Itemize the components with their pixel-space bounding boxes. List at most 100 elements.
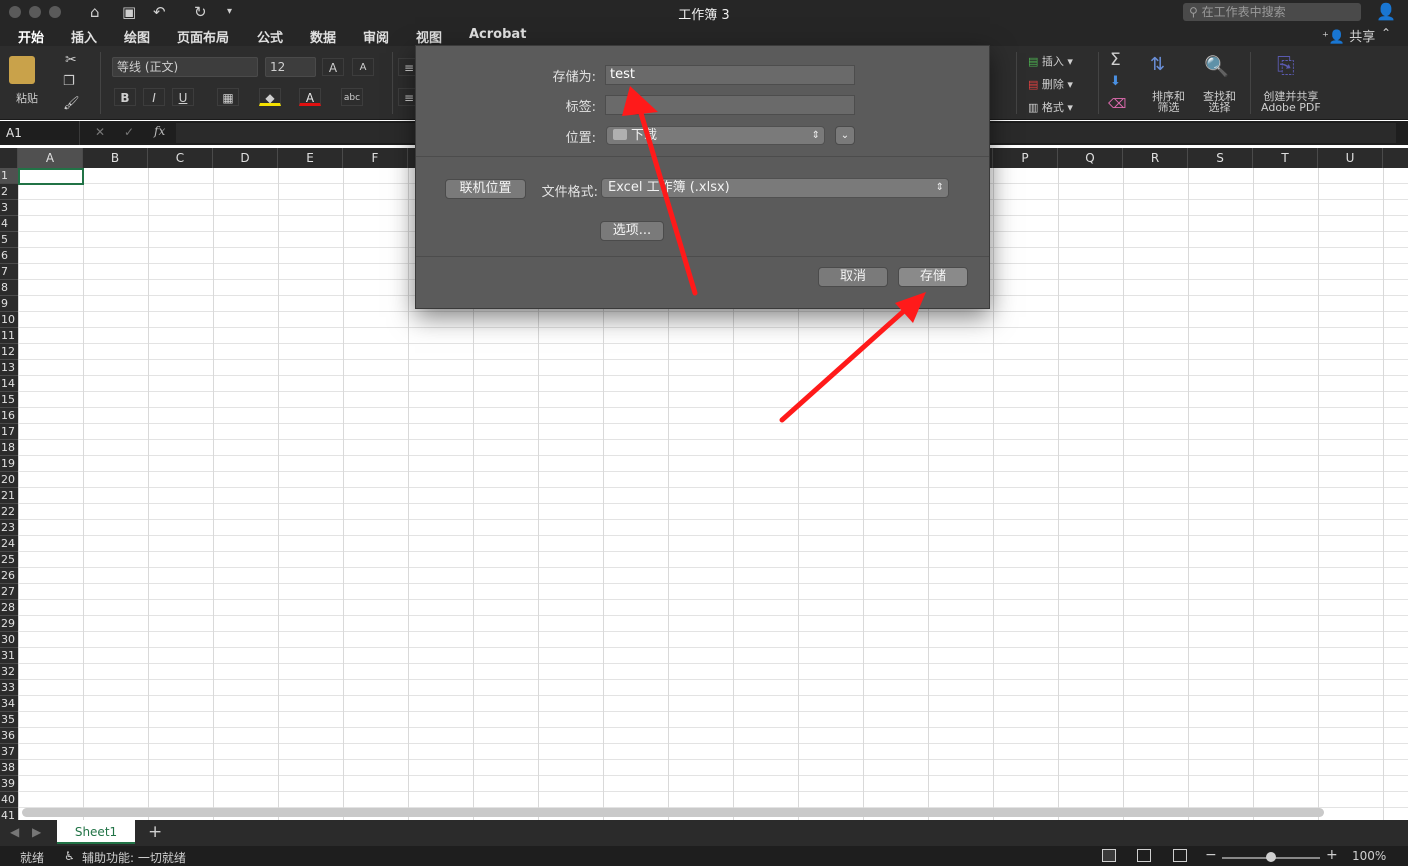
paste-icon[interactable] <box>9 56 35 84</box>
selected-cell-a1[interactable] <box>18 168 84 185</box>
column-header-f[interactable]: F <box>343 148 408 168</box>
collapse-ribbon-icon[interactable]: ⌃ <box>1381 26 1391 40</box>
row-header-39[interactable]: 39 <box>0 776 18 792</box>
expand-browser-button[interactable]: ⌄ <box>835 126 855 145</box>
row-header-35[interactable]: 35 <box>0 712 18 728</box>
row-header-26[interactable]: 26 <box>0 568 18 584</box>
accessibility-status[interactable]: 辅助功能: 一切就绪 <box>82 849 186 866</box>
borders-icon[interactable]: ▦ <box>217 88 239 106</box>
zoom-slider-handle[interactable] <box>1266 852 1276 862</box>
column-header-b[interactable]: B <box>83 148 148 168</box>
online-locations-button[interactable]: 联机位置 <box>445 179 526 199</box>
insert-cells-button[interactable]: ▤ 插入 ▾ <box>1028 53 1073 69</box>
tab-data[interactable]: 数据 <box>310 27 336 46</box>
font-name-select[interactable]: 等线 (正文) <box>112 57 258 77</box>
row-header-10[interactable]: 10 <box>0 312 18 328</box>
row-header-13[interactable]: 13 <box>0 360 18 376</box>
select-all-corner[interactable] <box>0 148 18 168</box>
row-header-6[interactable]: 6 <box>0 248 18 264</box>
file-format-select[interactable]: Excel 工作簿 (.xlsx) ⇕ <box>601 178 949 198</box>
row-header-30[interactable]: 30 <box>0 632 18 648</box>
name-box[interactable]: A1 <box>0 121 80 145</box>
row-header-37[interactable]: 37 <box>0 744 18 760</box>
font-size-select[interactable]: 12 <box>265 57 316 77</box>
row-header-22[interactable]: 22 <box>0 504 18 520</box>
sort-filter-icon[interactable]: ⇅ <box>1150 54 1165 75</box>
italic-button[interactable]: I <box>143 88 165 106</box>
row-header-16[interactable]: 16 <box>0 408 18 424</box>
column-header-t[interactable]: T <box>1253 148 1318 168</box>
row-header-23[interactable]: 23 <box>0 520 18 536</box>
tab-draw[interactable]: 绘图 <box>124 27 150 46</box>
page-layout-view-icon[interactable] <box>1137 849 1151 862</box>
tab-formulas[interactable]: 公式 <box>257 27 283 46</box>
row-header-21[interactable]: 21 <box>0 488 18 504</box>
format-painter-icon[interactable]: 🖌 <box>63 96 80 111</box>
insert-function-icon[interactable]: fx <box>154 124 165 138</box>
column-header-e[interactable]: E <box>278 148 343 168</box>
row-header-32[interactable]: 32 <box>0 664 18 680</box>
cancel-entry-icon[interactable]: ✕ <box>95 125 105 139</box>
column-header-a[interactable]: A <box>18 148 83 168</box>
tab-view[interactable]: 视图 <box>416 27 442 46</box>
shrink-font-button[interactable]: A <box>352 58 374 76</box>
row-header-38[interactable]: 38 <box>0 760 18 776</box>
row-header-5[interactable]: 5 <box>0 232 18 248</box>
row-header-4[interactable]: 4 <box>0 216 18 232</box>
bold-button[interactable]: B <box>114 88 136 106</box>
location-select[interactable]: 下载 ⇕ <box>606 126 825 145</box>
zoom-level[interactable]: 100% <box>1352 849 1386 863</box>
row-header-20[interactable]: 20 <box>0 472 18 488</box>
phonetic-icon[interactable]: abc <box>341 88 363 106</box>
row-header-31[interactable]: 31 <box>0 648 18 664</box>
row-header-8[interactable]: 8 <box>0 280 18 296</box>
next-sheet-icon[interactable]: ▶ <box>32 825 41 839</box>
sheet-search-input[interactable]: ⚲ 在工作表中搜索 <box>1183 3 1361 21</box>
page-break-view-icon[interactable] <box>1173 849 1187 862</box>
accessibility-icon[interactable]: ♿ <box>64 849 75 863</box>
clear-eraser-icon[interactable]: ⌫ <box>1108 97 1126 112</box>
cut-icon[interactable]: ✂ <box>65 52 77 68</box>
column-header-q[interactable]: Q <box>1058 148 1123 168</box>
copy-icon[interactable]: ❐ <box>63 74 75 89</box>
tab-insert[interactable]: 插入 <box>71 27 97 46</box>
create-pdf-icon[interactable]: ⎘ <box>1277 54 1295 79</box>
row-header-3[interactable]: 3 <box>0 200 18 216</box>
row-header-12[interactable]: 12 <box>0 344 18 360</box>
column-header-d[interactable]: D <box>213 148 278 168</box>
row-header-36[interactable]: 36 <box>0 728 18 744</box>
sheet-tab-sheet1[interactable]: Sheet1 <box>57 820 135 844</box>
underline-button[interactable]: U <box>172 88 194 106</box>
row-header-18[interactable]: 18 <box>0 440 18 456</box>
save-button[interactable]: 存储 <box>898 267 968 287</box>
normal-view-icon[interactable] <box>1102 849 1116 862</box>
column-header-c[interactable]: C <box>148 148 213 168</box>
row-header-29[interactable]: 29 <box>0 616 18 632</box>
share-button[interactable]: ⁺👤 共享 <box>1322 26 1375 45</box>
font-color-icon[interactable]: A <box>299 88 321 106</box>
zoom-out-button[interactable]: − <box>1205 847 1217 863</box>
row-header-24[interactable]: 24 <box>0 536 18 552</box>
tab-acrobat[interactable]: Acrobat <box>469 27 526 42</box>
fill-color-icon[interactable]: ◆ <box>259 88 281 106</box>
row-header-9[interactable]: 9 <box>0 296 18 312</box>
tab-page-layout[interactable]: 页面布局 <box>177 27 229 46</box>
row-header-11[interactable]: 11 <box>0 328 18 344</box>
format-cells-button[interactable]: ▥ 格式 ▾ <box>1028 99 1073 115</box>
row-header-34[interactable]: 34 <box>0 696 18 712</box>
zoom-in-button[interactable]: + <box>1326 847 1338 863</box>
tab-review[interactable]: 审阅 <box>363 27 389 46</box>
column-header-s[interactable]: S <box>1188 148 1253 168</box>
horizontal-scrollbar[interactable] <box>22 808 1324 817</box>
column-header-u[interactable]: U <box>1318 148 1383 168</box>
add-sheet-button[interactable]: + <box>148 822 162 842</box>
row-header-15[interactable]: 15 <box>0 392 18 408</box>
autosum-icon[interactable]: Σ <box>1110 50 1121 70</box>
row-header-2[interactable]: 2 <box>0 184 18 200</box>
save-as-input[interactable]: test <box>605 65 855 85</box>
fill-down-icon[interactable]: ⬇ <box>1110 74 1121 89</box>
row-header-40[interactable]: 40 <box>0 792 18 808</box>
cancel-button[interactable]: 取消 <box>818 267 888 287</box>
row-header-17[interactable]: 17 <box>0 424 18 440</box>
user-icon[interactable]: 👤 <box>1376 2 1396 21</box>
